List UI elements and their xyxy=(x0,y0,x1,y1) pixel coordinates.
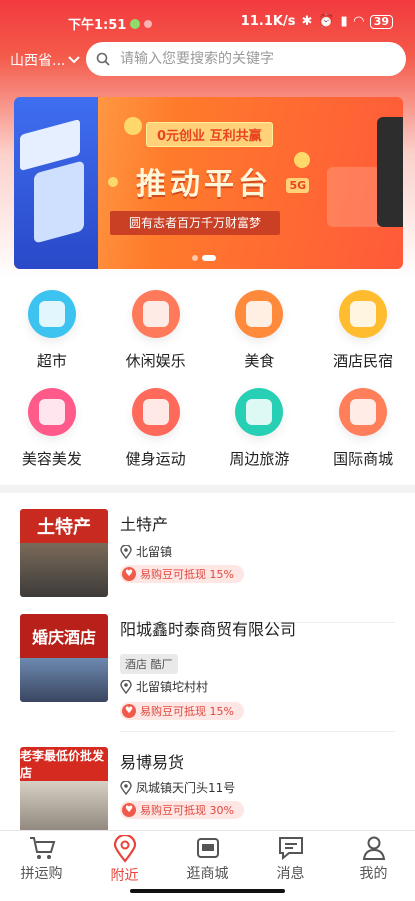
home-indicator[interactable] xyxy=(130,889,285,893)
store-location: 北留镇 xyxy=(120,543,172,560)
category-grid: 超市 休闲娱乐 美食 酒店民宿 美容美发 健身运动 周边旅游 国际商城 xyxy=(0,280,415,485)
bluetooth-icon: ✱ xyxy=(301,14,313,29)
heart-icon: ♥ xyxy=(122,704,136,718)
wifi-icon: ◠ xyxy=(353,14,364,29)
divider xyxy=(120,731,395,732)
mall-icon xyxy=(196,838,219,858)
chevron-down-icon xyxy=(68,56,81,64)
banner-tag: 0元创业 互利共赢 xyxy=(146,122,273,147)
heart-icon: ♥ xyxy=(122,567,136,581)
store-name: 土特产 xyxy=(120,515,169,534)
category-beauty[interactable]: 美容美发 xyxy=(0,386,104,484)
category-label: 国际商城 xyxy=(333,450,394,468)
location-icon xyxy=(113,835,136,863)
search-box[interactable] xyxy=(86,42,406,76)
store-name: 阳城鑫时泰商贸有限公司 xyxy=(120,620,297,639)
location-pin-icon xyxy=(120,780,132,795)
store-location-text: 北留镇坨村村 xyxy=(136,680,209,694)
store-item[interactable]: 婚庆酒店 阳城鑫时泰商贸有限公司 酒店 酷厂 北留镇坨村村 ♥ 易购豆可抵现 1… xyxy=(0,598,415,728)
store-location-text: 凤城镇天门头11号 xyxy=(136,781,236,795)
badge-5g: 5G xyxy=(286,178,310,193)
cart-icon xyxy=(29,837,55,859)
category-label: 周边旅游 xyxy=(229,450,290,468)
store-location: 凤城镇天门头11号 xyxy=(120,779,235,796)
category-travel[interactable]: 周边旅游 xyxy=(208,386,312,484)
store-location-text: 北留镇 xyxy=(136,545,173,559)
category-international-mall[interactable]: 国际商城 xyxy=(311,386,415,484)
promo-banner[interactable]: 0元创业 互利共赢 推动平台 5G 圆有志者百万千万财富梦 xyxy=(14,97,403,269)
dumbbell-icon xyxy=(131,388,180,436)
store-photo: 土特产 xyxy=(20,509,108,597)
promo-text: 易购豆可抵现 15% xyxy=(140,568,234,581)
category-label: 超市 xyxy=(36,352,67,370)
category-food[interactable]: 美食 xyxy=(208,288,312,386)
location-pin-icon xyxy=(120,679,132,694)
supermarket-icon xyxy=(27,290,76,338)
category-label: 美食 xyxy=(244,352,275,370)
palm-tree-icon xyxy=(235,388,284,436)
phone-image xyxy=(377,117,403,227)
wechat-icon xyxy=(130,18,141,29)
category-label: 健身运动 xyxy=(125,450,186,468)
hotel-icon xyxy=(339,290,388,338)
category-label: 美容美发 xyxy=(21,450,82,468)
category-fitness[interactable]: 健身运动 xyxy=(104,386,208,484)
tab-group-buy[interactable]: 拼运购 xyxy=(0,831,83,901)
heart-icon: ♥ xyxy=(122,803,136,817)
search-icon xyxy=(96,52,110,66)
status-bar: 下午1:51 11.1K/s ✱ ⏰ ▮ ◠ 39 xyxy=(0,0,415,44)
food-icon xyxy=(235,290,284,338)
message-icon xyxy=(278,837,303,861)
promo-text: 易购豆可抵现 30% xyxy=(140,804,234,817)
store-item[interactable]: 老李最低价批发店 易博易货 凤城镇天门头11号 ♥ 易购豆可抵现 30% xyxy=(0,731,415,831)
search-input[interactable] xyxy=(118,50,392,68)
category-leisure[interactable]: 休闲娱乐 xyxy=(104,288,208,386)
promo-badge: ♥ 易购豆可抵现 15% xyxy=(120,565,244,583)
alarm-icon: ⏰ xyxy=(318,14,335,29)
store-sign: 老李最低价批发店 xyxy=(20,747,108,781)
store-list: 土特产 土特产 北留镇 ♥ 易购豆可抵现 15% 婚庆酒店 阳城鑫时泰商贸有限公… xyxy=(0,493,415,831)
shopping-bag-icon xyxy=(339,388,388,436)
banner-pagination[interactable] xyxy=(192,255,216,261)
banner-title: 推动平台 5G xyxy=(136,159,310,203)
status-time: 下午1:51 xyxy=(68,18,127,33)
promo-badge: ♥ 易购豆可抵现 30% xyxy=(120,801,244,819)
signal-icon: ▮ xyxy=(340,14,348,29)
region-selector[interactable]: 山西省... xyxy=(10,50,81,70)
store-name: 易博易货 xyxy=(120,753,185,772)
store-sign: 婚庆酒店 xyxy=(20,614,108,658)
user-icon xyxy=(362,836,385,860)
tab-label: 消息 xyxy=(276,866,305,882)
store-photo: 婚庆酒店 xyxy=(20,614,108,702)
battery-indicator: 39 xyxy=(369,14,393,29)
location-pin-icon xyxy=(120,544,132,559)
banner-subtitle: 圆有志者百万千万财富梦 xyxy=(110,211,280,235)
search-row: 山西省... xyxy=(0,42,415,76)
store-sign: 土特产 xyxy=(20,509,108,543)
tab-label: 我的 xyxy=(359,866,388,882)
banner-illustration xyxy=(14,97,98,269)
tab-label: 拼运购 xyxy=(20,866,63,882)
notification-icon xyxy=(144,19,153,28)
store-category-tag: 酒店 酷厂 xyxy=(120,654,178,674)
tab-label: 附近 xyxy=(110,868,139,884)
category-supermarket[interactable]: 超市 xyxy=(0,288,104,386)
store-location: 北留镇坨村村 xyxy=(120,678,208,695)
category-hotel[interactable]: 酒店民宿 xyxy=(311,288,415,386)
game-icon xyxy=(131,290,180,338)
tab-profile[interactable]: 我的 xyxy=(332,831,415,901)
beauty-icon xyxy=(27,388,76,436)
region-label: 山西省... xyxy=(10,53,66,69)
promo-badge: ♥ 易购豆可抵现 15% xyxy=(120,702,244,720)
category-label: 酒店民宿 xyxy=(333,352,394,370)
promo-text: 易购豆可抵现 15% xyxy=(140,705,234,718)
category-label: 休闲娱乐 xyxy=(125,352,186,370)
tab-label: 逛商城 xyxy=(186,866,229,882)
network-speed: 11.1K/s xyxy=(240,14,296,29)
store-photo: 老李最低价批发店 xyxy=(20,747,108,831)
